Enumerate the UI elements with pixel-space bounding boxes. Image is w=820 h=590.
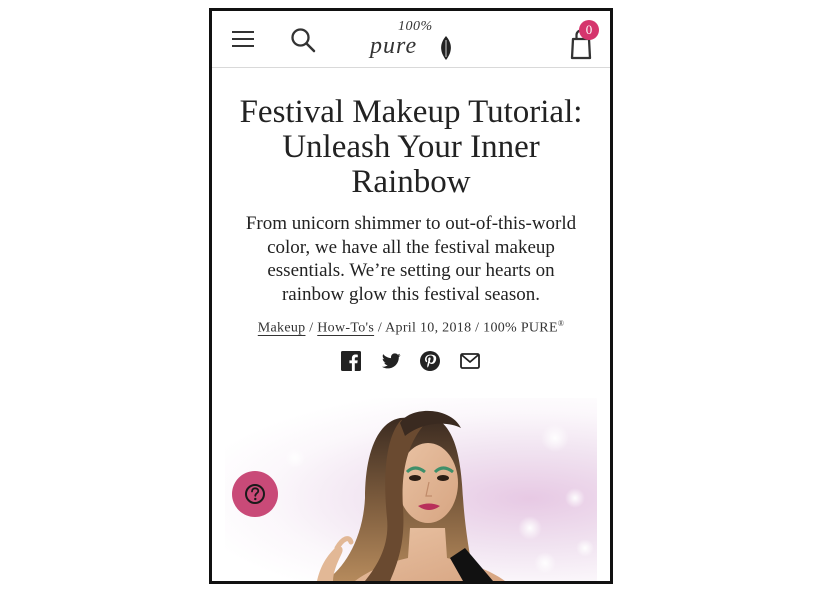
help-button[interactable] [232,471,278,517]
hamburger-menu-icon[interactable] [232,29,256,49]
cart-count-badge: 0 [579,20,599,40]
facebook-icon[interactable] [340,350,362,372]
registered-mark: ® [557,319,565,328]
woman-with-festival-makeup-photo [249,402,594,581]
site-header: 100% pure 0 [212,11,610,68]
mobile-page: 100% pure 0 Festival Makeup Tutorial: Un… [209,8,613,584]
question-mark-icon [245,484,265,504]
meta-separator: / [305,320,318,336]
article-meta: Makeup / How-To's / April 10, 2018 / 100… [212,319,610,337]
brand-logo[interactable]: 100% pure [370,19,456,63]
category-link-makeup[interactable]: Makeup [258,321,306,336]
article-subtitle: From unicorn shimmer to out-of-this-worl… [245,213,577,305]
logo-word: pure [370,33,418,59]
hero-image [225,398,597,581]
article-title: Festival Makeup Tutorial: Unleash Your I… [239,94,583,200]
category-link-how-tos[interactable]: How-To's [317,321,374,336]
meta-date-author: / April 10, 2018 / 100% PURE [374,320,558,336]
email-icon[interactable] [459,350,481,372]
twitter-icon[interactable] [380,350,402,372]
search-icon[interactable] [289,26,317,54]
pinterest-icon[interactable] [419,350,441,372]
leaf-icon [441,36,451,60]
